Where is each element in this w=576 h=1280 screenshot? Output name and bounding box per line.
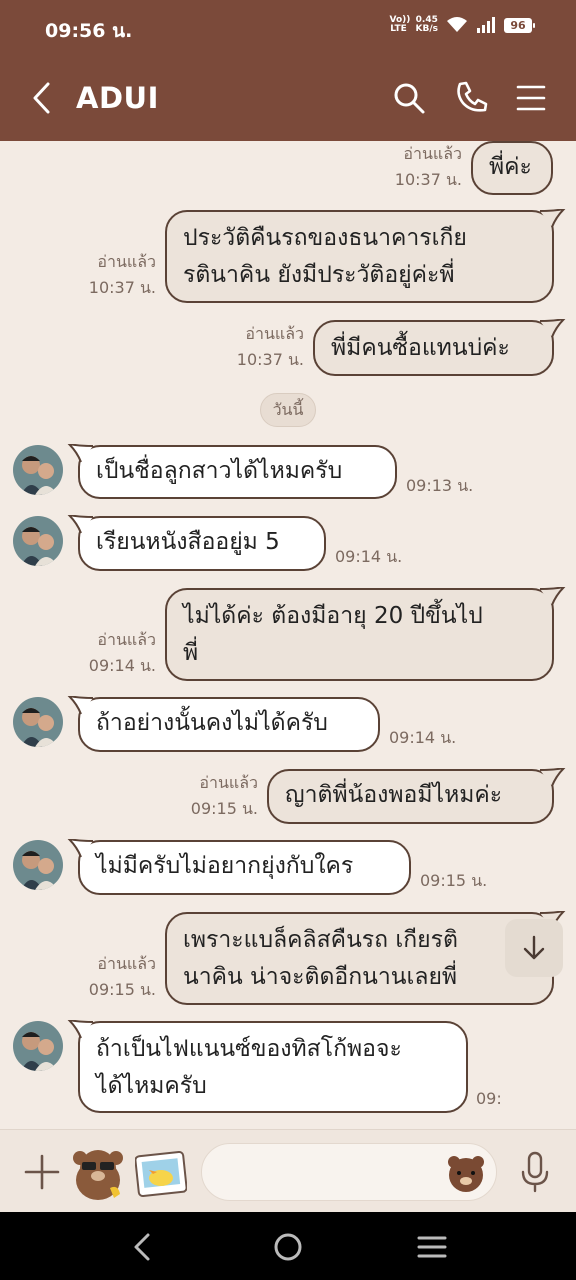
message-bubble-out[interactable]: ไม่ได้ค่ะ ต้องมีอายุ 20 ปีขึ้นไป พี่ <box>165 588 554 681</box>
sally-sticker-icon[interactable] <box>135 1150 187 1198</box>
nav-recents-icon[interactable] <box>415 1230 449 1264</box>
nav-home-icon[interactable] <box>271 1230 305 1264</box>
network-speed: 0.45 KB/s <box>416 16 438 34</box>
message-meta: อ่านแล้ว 09:15 น. <box>191 770 258 822</box>
avatar-photo <box>13 445 63 495</box>
bubble-tail <box>540 587 566 606</box>
network-speed-unit: KB/s <box>415 24 438 34</box>
message-bubble-out[interactable]: พี่ค่ะ <box>471 141 553 195</box>
bubble-tail <box>540 768 566 787</box>
message-bubble-out[interactable]: ญาติพี่น้องพอมีไหมค่ะ <box>267 769 554 824</box>
status-bar: 09:56 น. Vo)) LTE 0.45 KB/s 96 <box>0 0 576 56</box>
read-receipt: อ่านแล้ว <box>199 773 258 792</box>
avatar-photo <box>13 697 63 747</box>
read-receipt: อ่านแล้ว <box>97 954 156 973</box>
message-bubble-in[interactable]: ถ้าเป็นไฟแนนซ์ของทิสโก้พอจะ ได้ไหมครับ <box>78 1021 468 1113</box>
back-icon[interactable] <box>26 78 58 118</box>
bubble-tail <box>67 696 93 715</box>
bubble-tail <box>67 839 93 858</box>
message-meta: อ่านแล้ว 10:37 น. <box>395 141 462 193</box>
avatar[interactable] <box>13 516 63 566</box>
nav-back-icon[interactable] <box>126 1230 160 1264</box>
chat-header: ADUI <box>0 56 576 141</box>
search-icon[interactable] <box>389 78 429 118</box>
message-time: 09:15 น. <box>88 980 156 999</box>
read-receipt: อ่านแล้ว <box>97 252 156 271</box>
message-input[interactable] <box>222 1158 442 1188</box>
read-receipt: อ่านแล้ว <box>245 324 304 343</box>
message-bubble-out[interactable]: พี่มีคนซื้อแทนบ่ค่ะ <box>313 320 554 376</box>
brown-bear-sticker-icon[interactable] <box>70 1144 126 1202</box>
system-nav-bar <box>0 1212 576 1280</box>
message-bubble-in[interactable]: เป็นชื่อลูกสาวได้ไหมครับ <box>78 445 397 499</box>
wifi-icon <box>447 17 467 32</box>
status-time: 09:56 น. <box>45 20 133 42</box>
scroll-down-button[interactable] <box>505 919 563 977</box>
read-receipt: อ่านแล้ว <box>403 144 462 163</box>
message-time: 09:15 น. <box>420 871 488 890</box>
bubble-tail <box>540 209 566 228</box>
message-time: 09:14 น. <box>88 656 156 675</box>
battery-icon: 96 <box>504 17 535 33</box>
scroll-down-icon <box>523 935 545 960</box>
message-input-field[interactable] <box>201 1143 497 1201</box>
avatar[interactable] <box>13 1021 63 1071</box>
message-meta: อ่านแล้ว 10:37 น. <box>89 249 156 301</box>
day-separator: วันนี้ <box>260 393 316 427</box>
message-time: 09:15 น. <box>190 799 258 818</box>
message-meta: อ่านแล้ว 09:15 น. <box>89 951 156 1003</box>
message-time: 09:14 น. <box>335 547 403 566</box>
avatar[interactable] <box>13 840 63 890</box>
message-bubble-in[interactable]: ถ้าอย่างนั้นคงไม่ได้ครับ <box>78 697 380 752</box>
input-bar <box>0 1129 576 1212</box>
message-time: 10:37 น. <box>88 278 156 297</box>
plus-icon[interactable] <box>24 1154 60 1190</box>
message-bubble-in[interactable]: เรียนหนังสืออยู่ม 5 <box>78 516 326 571</box>
top-bar: 09:56 น. Vo)) LTE 0.45 KB/s 96 ADUI <box>0 0 576 141</box>
message-bubble-in[interactable]: ไม่มีครับไม่อยากยุ่งกับใคร <box>78 840 411 895</box>
message-time: 09:13 น. <box>406 476 474 495</box>
message-bubble-out[interactable]: เพราะแบล็คลิสคืนรถ เกียรติ นาคิน น่าจะติ… <box>165 912 554 1005</box>
phone-icon[interactable] <box>451 78 491 118</box>
mic-icon[interactable] <box>518 1150 552 1194</box>
avatar-photo <box>13 1021 63 1071</box>
status-icons: Vo)) LTE 0.45 KB/s 96 <box>389 15 535 34</box>
bubble-tail <box>67 444 93 463</box>
bubble-tail <box>67 515 93 534</box>
menu-icon[interactable] <box>511 78 551 118</box>
chat-area[interactable]: อ่านแล้ว 10:37 น. พี่ค่ะ อ่านแล้ว 10:37 … <box>0 141 576 1129</box>
signal-icon <box>477 17 495 33</box>
bubble-tail <box>67 1020 93 1039</box>
avatar[interactable] <box>13 697 63 747</box>
message-meta: อ่านแล้ว 10:37 น. <box>237 321 304 373</box>
message-bubble-out[interactable]: ประวัติคืนรถของธนาคารเกีย รตินาคิน ยังมี… <box>165 210 554 303</box>
avatar-photo <box>13 516 63 566</box>
chat-title[interactable]: ADUI <box>76 81 159 115</box>
bubble-tail <box>540 319 566 338</box>
message-time: 10:37 น. <box>236 350 304 369</box>
emoji-bear-icon[interactable] <box>446 1153 486 1193</box>
avatar[interactable] <box>13 445 63 495</box>
message-time: 10:37 น. <box>394 170 462 189</box>
lte-indicator: Vo)) LTE <box>389 15 411 34</box>
message-meta: อ่านแล้ว 09:14 น. <box>89 627 156 679</box>
message-time: 09: <box>476 1089 502 1108</box>
read-receipt: อ่านแล้ว <box>97 630 156 649</box>
avatar-photo <box>13 840 63 890</box>
message-time: 09:14 น. <box>389 728 457 747</box>
